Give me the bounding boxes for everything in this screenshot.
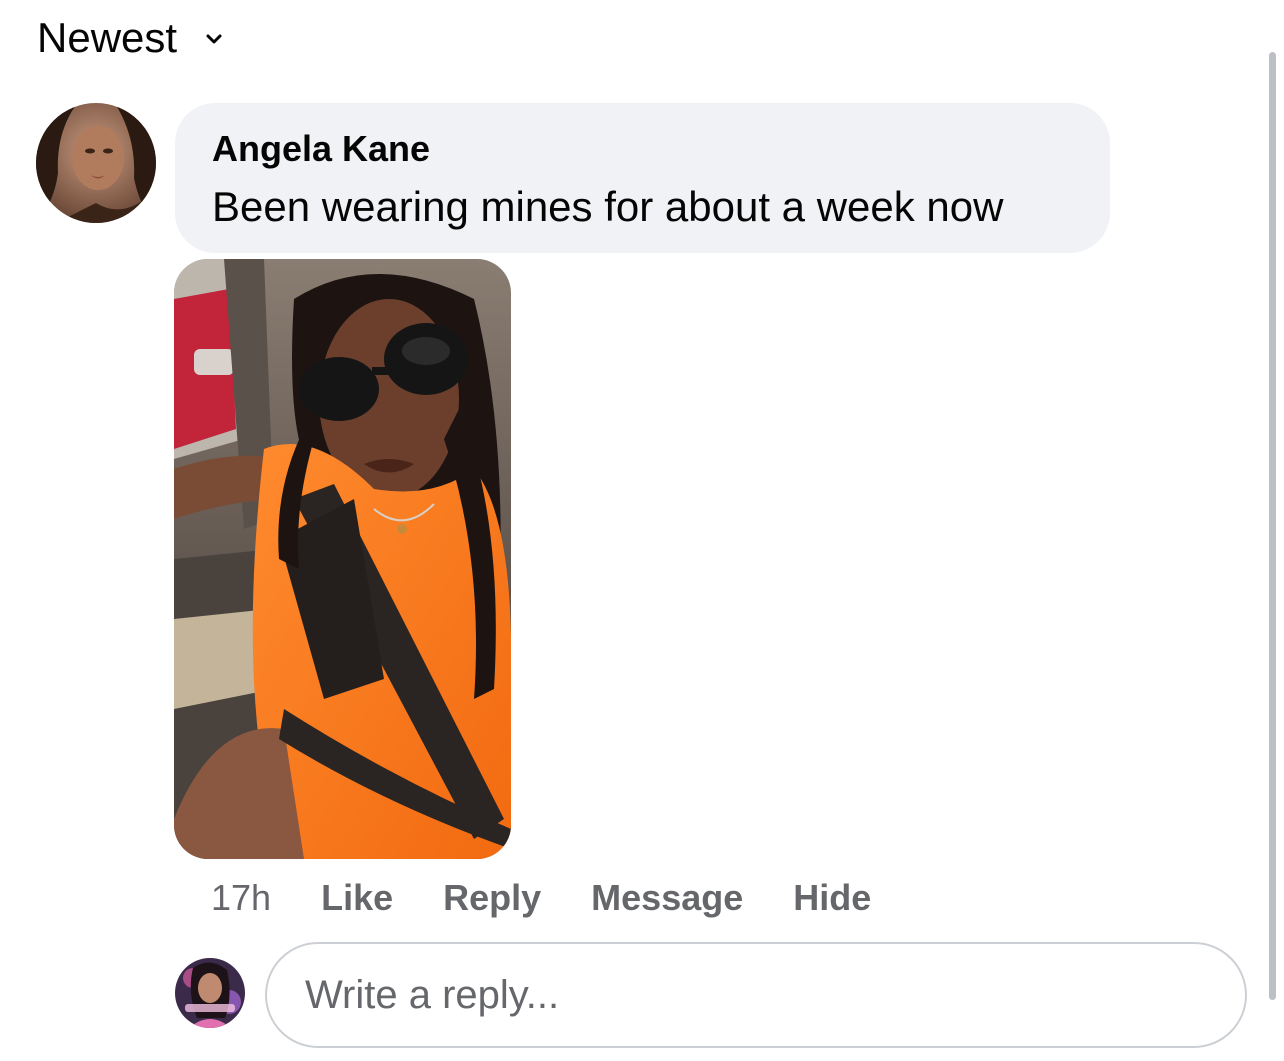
scrollbar[interactable] [1269,52,1276,1000]
message-button[interactable]: Message [591,877,743,919]
chevron-down-icon [205,32,223,44]
comment-text: Been wearing mines for about a week now [212,183,1004,230]
comment-author[interactable]: Angela Kane [212,127,1073,171]
reply-button[interactable]: Reply [443,877,541,919]
sort-label: Newest [37,14,178,61]
sort-dropdown[interactable]: Newest [37,14,223,62]
reply-field[interactable] [265,942,1247,1048]
current-user-avatar[interactable] [175,958,245,1028]
like-button[interactable]: Like [321,877,393,919]
hide-button[interactable]: Hide [793,877,871,919]
comment-actions: 17h Like Reply Message Hide [211,875,871,921]
reply-input[interactable] [303,971,1207,1019]
comment-timestamp[interactable]: 17h [211,877,271,919]
user-avatar[interactable] [36,103,156,223]
comment-photo[interactable] [174,259,511,859]
comment-bubble: Angela Kane Been wearing mines for about… [175,103,1110,253]
